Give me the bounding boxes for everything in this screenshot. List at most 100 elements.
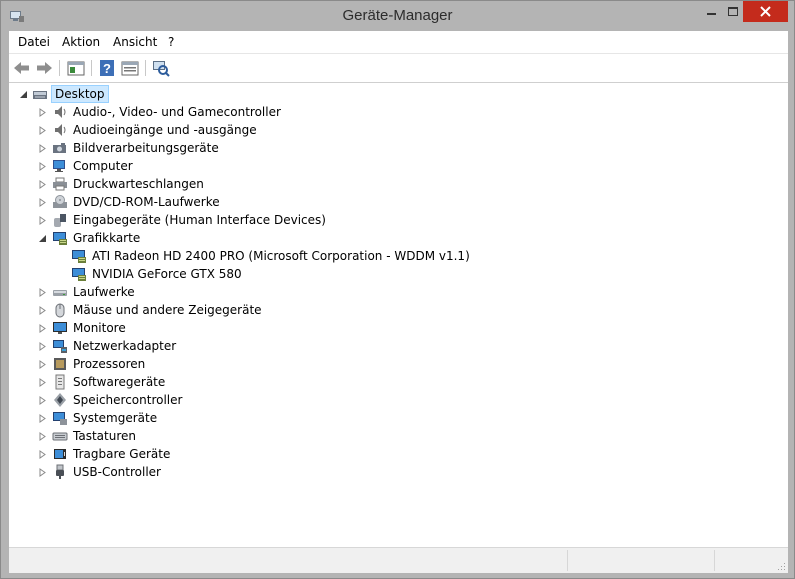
speaker-icon <box>55 124 66 136</box>
tree-category-label: Computer <box>73 159 133 173</box>
portable-device-icon <box>54 449 66 459</box>
expand-arrow-icon[interactable] <box>38 378 47 387</box>
help-button[interactable]: ? <box>97 58 117 78</box>
scan-hardware-button[interactable] <box>151 58 171 78</box>
tree-category[interactable]: Monitore <box>9 319 788 337</box>
tree-category[interactable]: Prozessoren <box>9 355 788 373</box>
expand-arrow-icon[interactable] <box>38 144 47 153</box>
tree-category[interactable]: Audioeingänge und -ausgänge <box>9 121 788 139</box>
tree-device-label: NVIDIA GeForce GTX 580 <box>92 267 242 281</box>
camera-icon <box>53 143 66 153</box>
device-tree[interactable]: Desktop Audio-, Video- und Gamecontrolle… <box>9 83 788 547</box>
tree-category-label: Druckwarteschlangen <box>73 177 204 191</box>
tree-category[interactable]: Tastaturen <box>9 427 788 445</box>
toolbar: ? <box>9 54 788 83</box>
expand-arrow-icon[interactable] <box>38 216 47 225</box>
video-card-device-icon <box>72 250 86 263</box>
tree-category[interactable]: Grafikkarte <box>9 229 788 247</box>
expand-arrow-icon[interactable] <box>38 396 47 405</box>
tree-root-label: Desktop <box>51 85 109 103</box>
properties-button[interactable] <box>120 58 140 78</box>
tree-root[interactable]: Desktop <box>9 85 788 103</box>
tree-category-label: Laufwerke <box>73 285 135 299</box>
collapse-arrow-icon[interactable] <box>38 234 47 243</box>
collapse-arrow-icon[interactable] <box>19 90 28 99</box>
tree-category[interactable]: Netzwerkadapter <box>9 337 788 355</box>
speaker-icon <box>55 106 66 118</box>
expand-arrow-icon[interactable] <box>38 180 47 189</box>
keyboard-icon <box>52 432 68 441</box>
disk-drive-icon <box>53 290 67 296</box>
tree-category[interactable]: Eingabegeräte (Human Interface Devices) <box>9 211 788 229</box>
tree-category[interactable]: Laufwerke <box>9 283 788 301</box>
tree-category[interactable]: Bildverarbeitungsgeräte <box>9 139 788 157</box>
display-adapter-icon <box>53 232 67 245</box>
tree-category-label: Audio-, Video- und Gamecontroller <box>73 105 281 119</box>
tree-category-label: Mäuse und andere Zeigegeräte <box>73 303 262 317</box>
tree-category[interactable]: Computer <box>9 157 788 175</box>
tree-category[interactable]: Softwaregeräte <box>9 373 788 391</box>
video-card-device-icon <box>72 268 86 281</box>
tree-device[interactable]: NVIDIA GeForce GTX 580 <box>9 265 788 283</box>
close-icon <box>760 6 771 17</box>
expand-arrow-icon[interactable] <box>38 324 47 333</box>
maximize-button[interactable] <box>724 1 742 22</box>
monitor-icon <box>53 322 67 334</box>
menu-aktion[interactable]: Aktion <box>62 35 100 49</box>
help-icon: ? <box>100 60 114 76</box>
tree-category-label: Prozessoren <box>73 357 146 371</box>
tree-category[interactable]: Mäuse und andere Zeigegeräte <box>9 301 788 319</box>
status-bar <box>9 547 788 573</box>
expand-arrow-icon[interactable] <box>38 306 47 315</box>
computer-icon <box>53 160 65 172</box>
expand-arrow-icon[interactable] <box>38 198 47 207</box>
tree-category[interactable]: USB-Controller <box>9 463 788 481</box>
tree-category-label: USB-Controller <box>73 465 161 479</box>
minimize-button[interactable] <box>698 1 724 22</box>
expand-arrow-icon[interactable] <box>38 126 47 135</box>
tree-category[interactable]: Audio-, Video- und Gamecontroller <box>9 103 788 121</box>
device-manager-window: Geräte-Manager Datei Aktion Ansicht ? ? … <box>0 0 795 579</box>
menu-ansicht[interactable]: Ansicht <box>113 35 157 49</box>
menu-datei[interactable]: Datei <box>18 35 50 49</box>
expand-arrow-icon[interactable] <box>38 432 47 441</box>
tree-category-label: Monitore <box>73 321 126 335</box>
client-area: Datei Aktion Ansicht ? ? Desktop Audio-,… <box>9 31 788 573</box>
tree-category[interactable]: Systemgeräte <box>9 409 788 427</box>
scan-hardware-icon <box>153 61 170 77</box>
window-title: Geräte-Manager <box>342 7 453 24</box>
tree-category[interactable]: Speichercontroller <box>9 391 788 409</box>
tree-category[interactable]: DVD/CD-ROM-Laufwerke <box>9 193 788 211</box>
menu-help[interactable]: ? <box>168 35 174 49</box>
expand-arrow-icon[interactable] <box>38 450 47 459</box>
tree-device-label: ATI Radeon HD 2400 PRO (Microsoft Corpor… <box>92 249 470 263</box>
toolbar-separator <box>59 60 60 76</box>
expand-arrow-icon[interactable] <box>38 342 47 351</box>
mouse-icon <box>55 303 65 318</box>
forward-arrow-icon <box>37 62 52 74</box>
status-panel <box>714 550 715 571</box>
expand-arrow-icon[interactable] <box>38 360 47 369</box>
close-button[interactable] <box>743 1 788 22</box>
tree-device[interactable]: ATI Radeon HD 2400 PRO (Microsoft Corpor… <box>9 247 788 265</box>
tree-category[interactable]: Druckwarteschlangen <box>9 175 788 193</box>
title-bar[interactable]: Geräte-Manager <box>1 1 794 31</box>
software-device-icon <box>55 374 65 390</box>
status-panel <box>567 550 568 571</box>
back-button[interactable] <box>12 58 32 78</box>
expand-arrow-icon[interactable] <box>38 162 47 171</box>
menu-bar: Datei Aktion Ansicht ? <box>9 31 788 54</box>
tree-category-label: Grafikkarte <box>73 231 141 245</box>
expand-arrow-icon[interactable] <box>38 468 47 477</box>
forward-button[interactable] <box>34 58 54 78</box>
resize-grip-icon[interactable] <box>776 561 786 571</box>
tree-category-label: Systemgeräte <box>73 411 158 425</box>
tree-category[interactable]: Tragbare Geräte <box>9 445 788 463</box>
printer-icon <box>53 177 67 191</box>
network-adapter-icon <box>53 340 67 353</box>
expand-arrow-icon[interactable] <box>38 288 47 297</box>
expand-arrow-icon[interactable] <box>38 414 47 423</box>
show-hide-console-tree-button[interactable] <box>66 58 86 78</box>
expand-arrow-icon[interactable] <box>38 108 47 117</box>
tree-category-label: Netzwerkadapter <box>73 339 177 353</box>
